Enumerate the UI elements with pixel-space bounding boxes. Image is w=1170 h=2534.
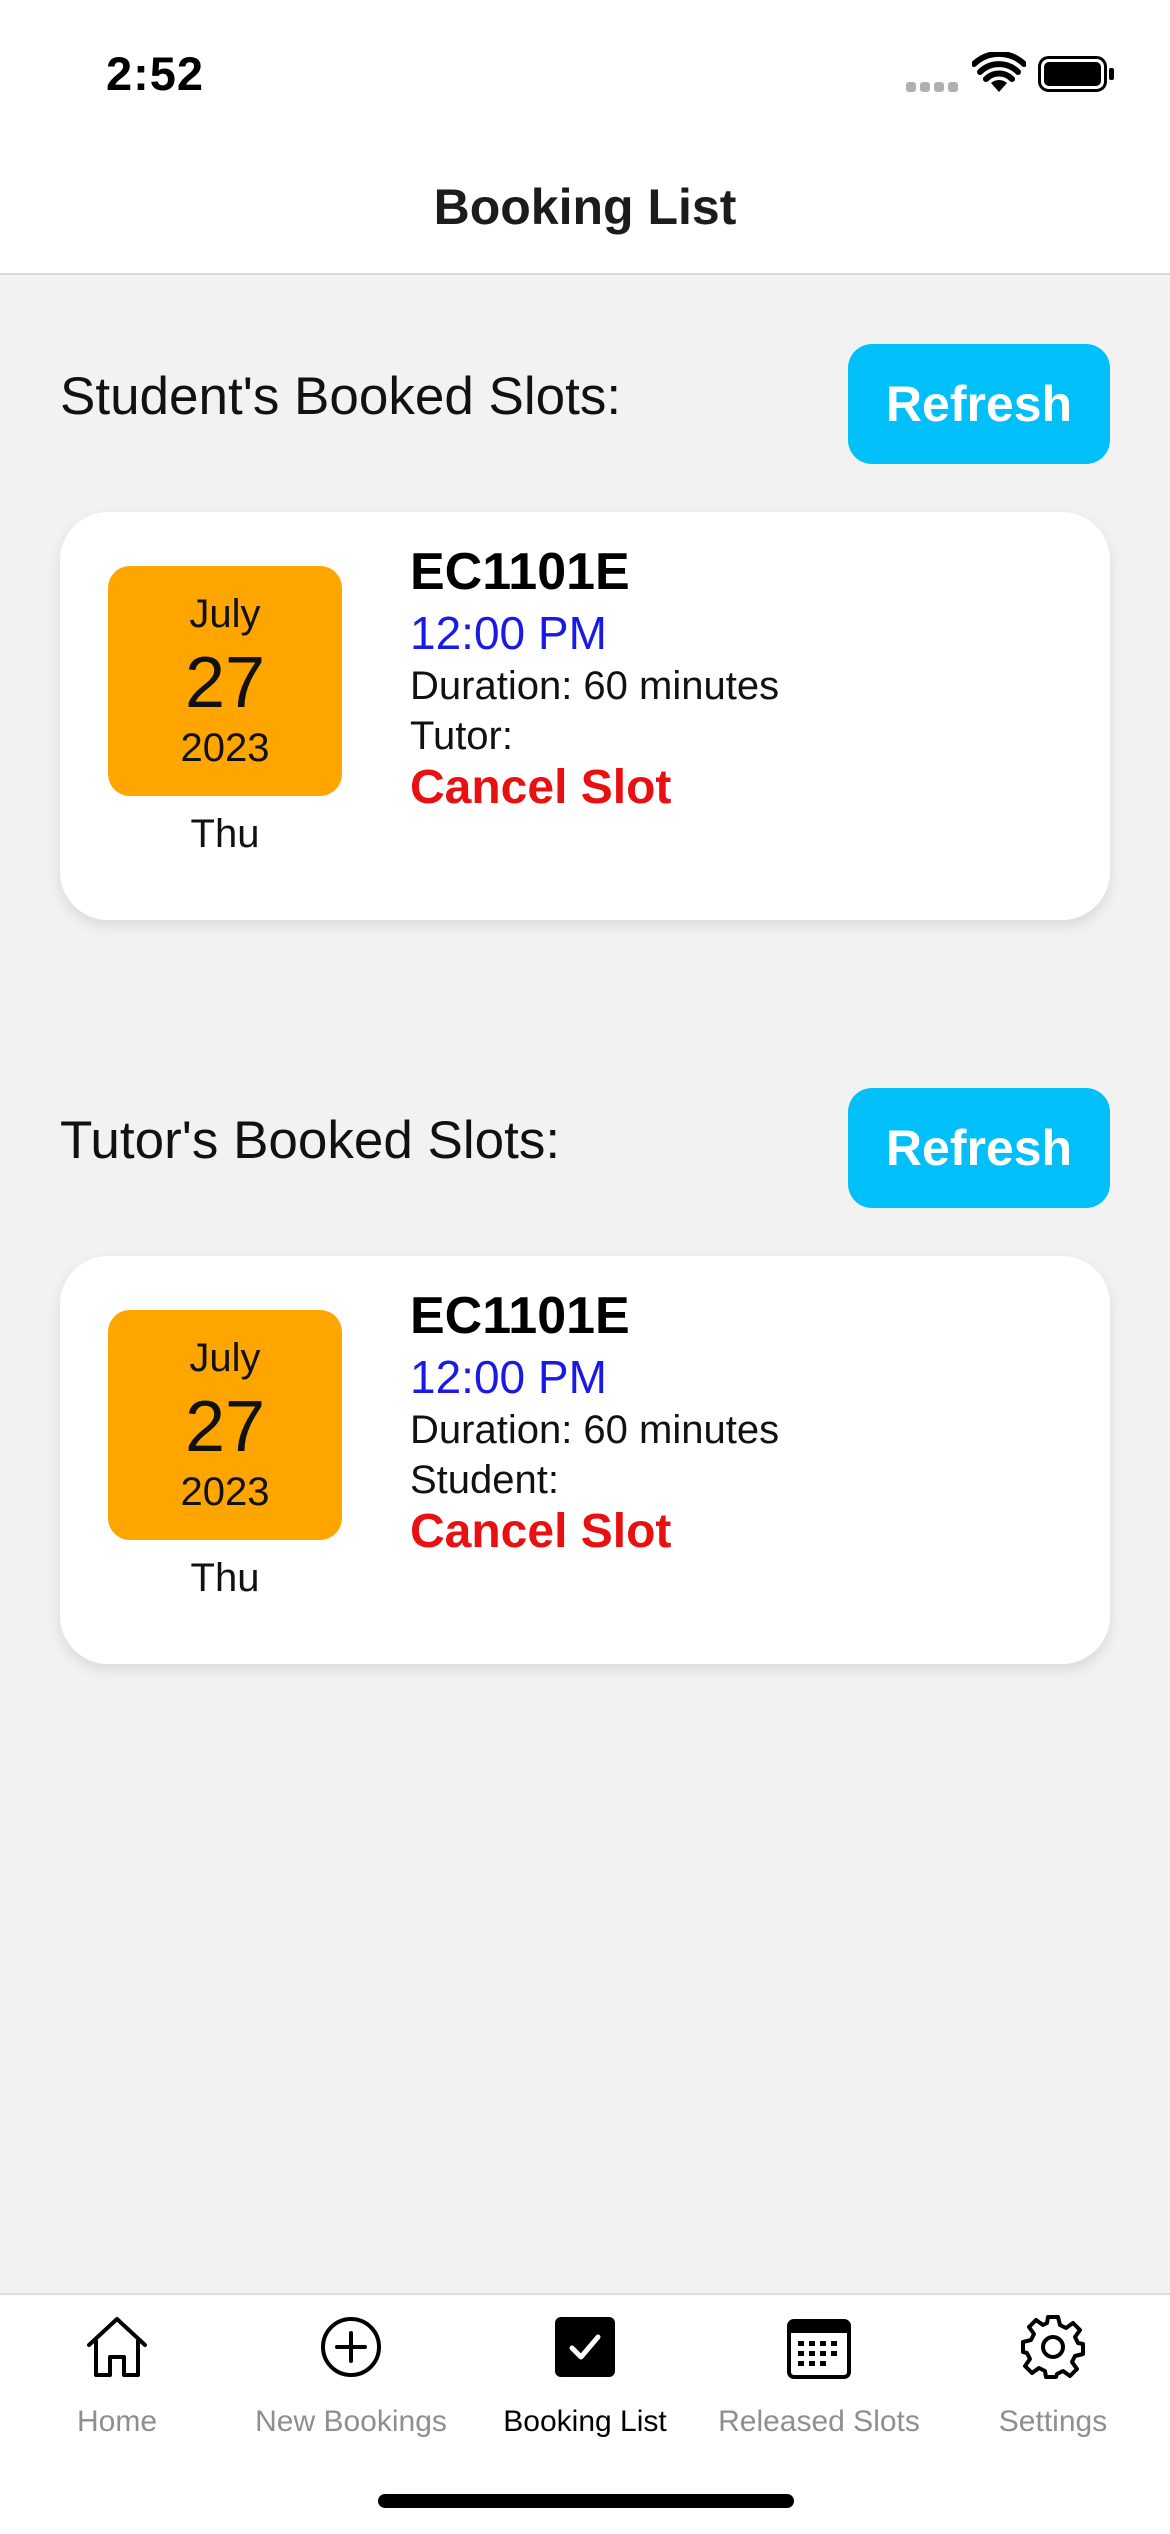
page-title: Booking List: [433, 179, 737, 235]
tab-label: Released Slots: [718, 2405, 920, 2438]
cancel-slot-button[interactable]: Cancel Slot: [410, 1504, 671, 1559]
slot-time: 12:00 PM: [410, 1351, 607, 1403]
nav-header: Booking List: [0, 140, 1170, 275]
date-weekday: Thu: [190, 1556, 260, 1600]
tab-new-bookings[interactable]: New Bookings: [234, 2313, 468, 2463]
student-section-title: Student's Booked Slots:: [60, 367, 622, 426]
tab-label: Settings: [998, 2405, 1108, 2438]
tab-label: New Bookings: [255, 2405, 447, 2438]
tab-home[interactable]: Home: [0, 2313, 234, 2463]
tab-released-slots[interactable]: Released Slots: [702, 2313, 936, 2463]
tab-label: Booking List: [503, 2405, 667, 2438]
calendar-icon: [787, 2319, 851, 2379]
date-year: 2023: [180, 726, 270, 770]
home-indicator[interactable]: [378, 2494, 794, 2508]
tab-label: Home: [76, 2405, 158, 2438]
date-weekday: Thu: [190, 812, 260, 856]
tutor-refresh-button[interactable]: Refresh: [848, 1088, 1110, 1208]
slot-time: 12:00 PM: [410, 607, 607, 659]
slot-duration: Duration: 60 minutes: [410, 664, 780, 708]
home-icon: [87, 2317, 147, 2377]
date-year: 2023: [180, 1470, 270, 1514]
tab-booking-list[interactable]: Booking List: [468, 2313, 702, 2463]
status-bar: 2:52: [0, 0, 1170, 140]
status-time: 2:52: [106, 47, 205, 100]
cancel-slot-button[interactable]: Cancel Slot: [410, 760, 671, 815]
slot-duration: Duration: 60 minutes: [410, 1408, 780, 1452]
tutor-section-title: Tutor's Booked Slots:: [60, 1111, 561, 1170]
slot-tutor: Tutor:: [410, 714, 513, 758]
date-badge: July 27 2023: [108, 1310, 342, 1540]
tutor-slot-card: July 27 2023 Thu EC1101E 12:00 PM Durati…: [60, 1256, 1110, 1664]
wifi-icon: [972, 52, 1026, 92]
date-month: July: [189, 1336, 261, 1380]
gear-icon: [1021, 2315, 1085, 2379]
tab-settings[interactable]: Settings: [936, 2313, 1170, 2463]
course-code: EC1101E: [410, 543, 630, 601]
battery-icon: [1038, 56, 1114, 92]
plus-circle-icon: [321, 2317, 381, 2377]
date-badge: July 27 2023: [108, 566, 342, 796]
slot-student: Student:: [410, 1458, 560, 1502]
signal-dots-icon: [906, 82, 958, 92]
course-code: EC1101E: [410, 1287, 630, 1345]
date-day: 27: [184, 643, 266, 723]
student-slot-card: July 27 2023 Thu EC1101E 12:00 PM Durati…: [60, 512, 1110, 920]
student-refresh-button[interactable]: Refresh: [848, 344, 1110, 464]
date-day: 27: [184, 1387, 266, 1467]
checkbox-icon: [555, 2317, 615, 2377]
date-month: July: [189, 592, 261, 636]
